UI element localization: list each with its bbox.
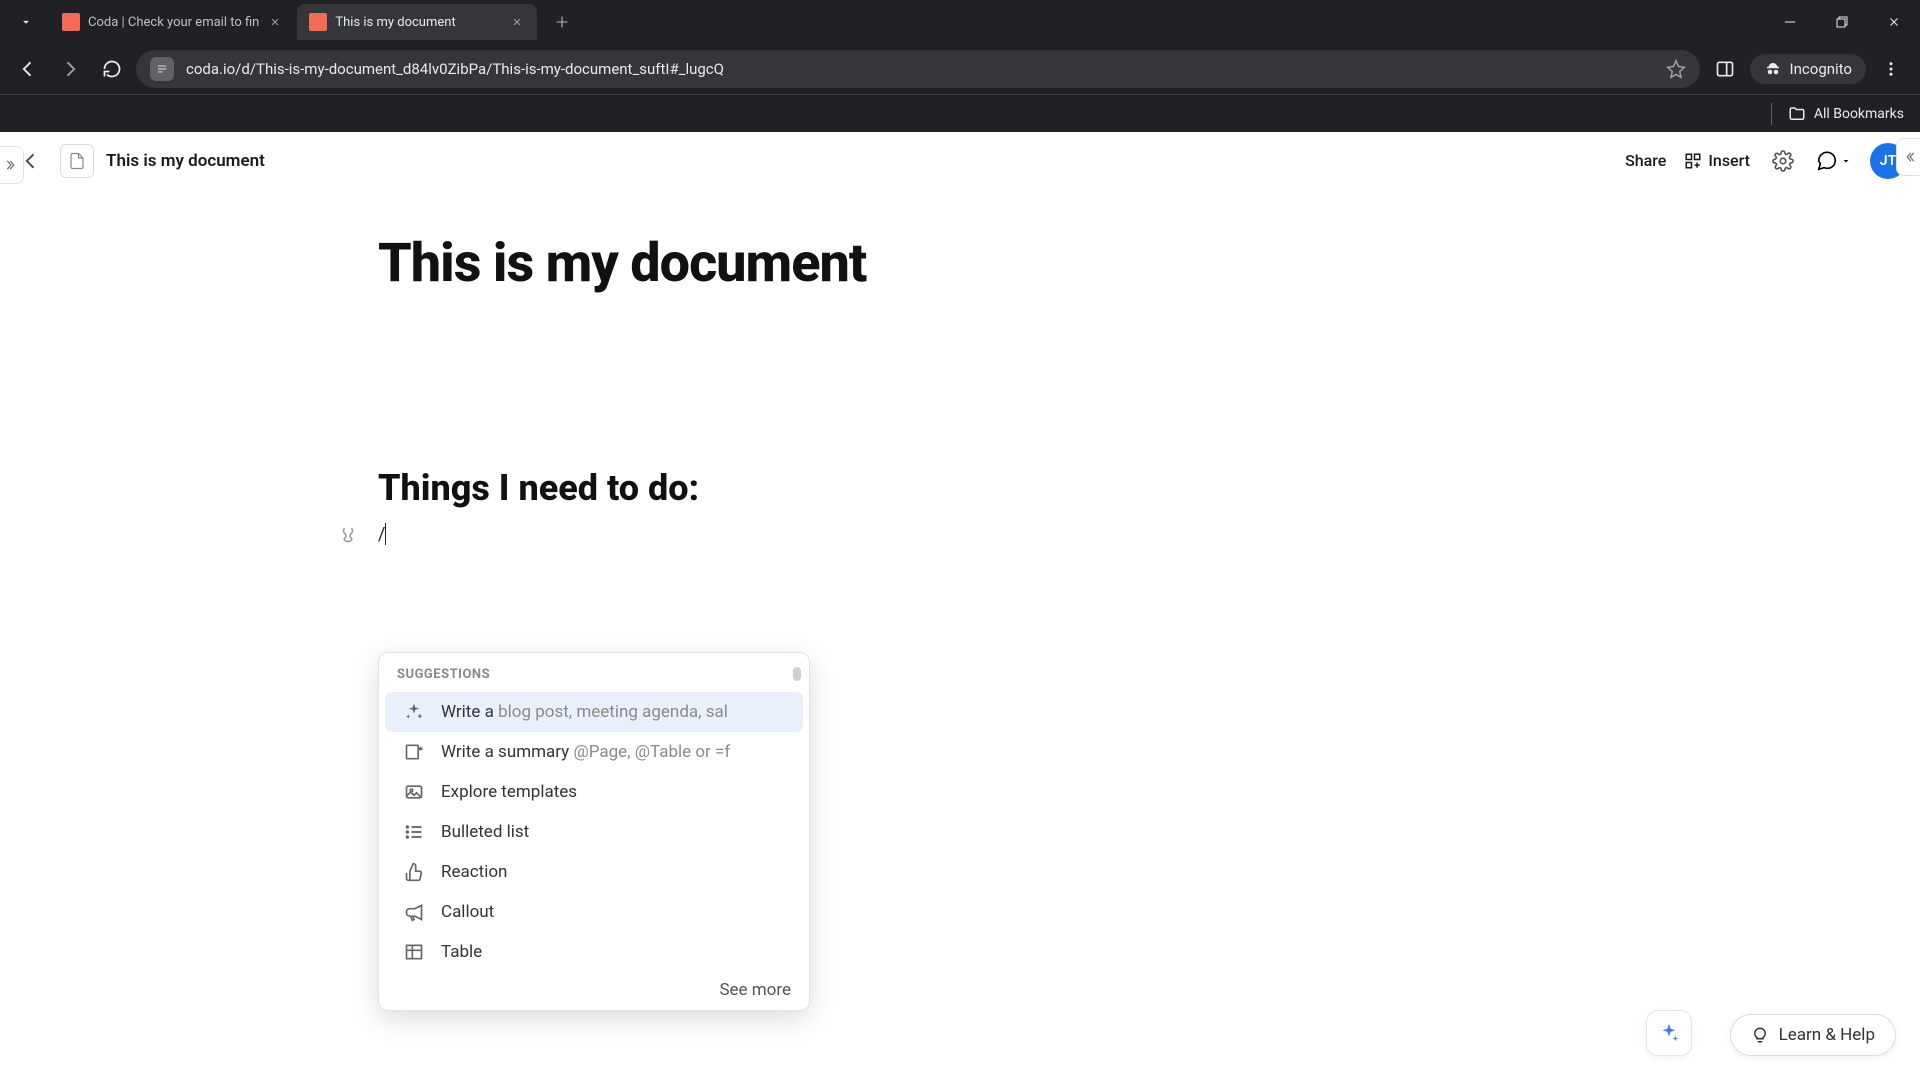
all-bookmarks-button[interactable]: All Bookmarks bbox=[1788, 105, 1904, 123]
app-area: This is my document Share Insert JT This… bbox=[0, 132, 1920, 1080]
lightbulb-icon bbox=[1751, 1026, 1769, 1044]
section-heading[interactable]: Things I need to do: bbox=[378, 467, 1920, 509]
incognito-icon bbox=[1764, 60, 1782, 78]
tab-title: Coda | Check your email to fin bbox=[88, 15, 259, 30]
suggestion-bulleted-list[interactable]: Bulleted list bbox=[385, 812, 803, 852]
list-icon bbox=[403, 821, 425, 843]
suggestion-templates[interactable]: Explore templates bbox=[385, 772, 803, 812]
slash-command-line[interactable]: / bbox=[378, 523, 1920, 545]
chevron-down-icon bbox=[1840, 155, 1852, 167]
forward-button[interactable] bbox=[52, 51, 88, 87]
tab-search-dropdown[interactable] bbox=[8, 4, 44, 40]
browser-tab-1[interactable]: Coda | Check your email to fin bbox=[50, 4, 295, 40]
page-title[interactable]: This is my document bbox=[378, 232, 1920, 295]
expand-sidebar-right[interactable] bbox=[1896, 138, 1920, 176]
image-icon bbox=[403, 781, 425, 803]
close-window-button[interactable] bbox=[1868, 0, 1920, 44]
sparkle-icon bbox=[403, 701, 425, 723]
suggestion-table[interactable]: Table bbox=[385, 932, 803, 972]
document-body[interactable]: This is my document Things I need to do:… bbox=[0, 190, 1920, 545]
site-info-icon[interactable] bbox=[150, 57, 174, 81]
side-panel-icon[interactable] bbox=[1706, 50, 1744, 88]
comments-button[interactable] bbox=[1816, 150, 1852, 172]
browser-menu-icon[interactable] bbox=[1872, 50, 1910, 88]
close-icon[interactable] bbox=[267, 14, 283, 30]
see-more-button[interactable]: See more bbox=[379, 972, 809, 1004]
url-bar[interactable]: coda.io/d/This-is-my-document_d84lv0ZibP… bbox=[136, 50, 1700, 88]
suggestion-label: Write a bbox=[441, 702, 498, 722]
suggestion-reaction[interactable]: Reaction bbox=[385, 852, 803, 892]
app-header: This is my document Share Insert JT bbox=[0, 132, 1920, 190]
table-icon bbox=[403, 941, 425, 963]
insert-label: Insert bbox=[1708, 151, 1750, 170]
minimize-button[interactable] bbox=[1764, 0, 1816, 44]
suggestion-hint: @Page, @Table or =f bbox=[573, 742, 730, 762]
suggestion-label: Explore templates bbox=[441, 782, 577, 802]
popup-scrollbar[interactable] bbox=[793, 667, 801, 681]
ai-assist-button[interactable] bbox=[1646, 1010, 1692, 1056]
drag-handle-icon[interactable] bbox=[338, 525, 358, 545]
suggestions-header: SUGGESTIONS bbox=[379, 667, 809, 692]
suggestion-hint: blog post, meeting agenda, sal bbox=[498, 702, 728, 722]
divider bbox=[1771, 103, 1772, 125]
suggestion-label: Bulleted list bbox=[441, 822, 529, 842]
window-controls bbox=[1764, 0, 1920, 44]
gear-icon bbox=[1772, 150, 1794, 172]
url-text: coda.io/d/This-is-my-document_d84lv0ZibP… bbox=[186, 60, 1654, 78]
suggestion-callout[interactable]: Callout bbox=[385, 892, 803, 932]
comment-icon bbox=[1816, 150, 1838, 172]
close-icon[interactable] bbox=[509, 14, 525, 30]
header-doc-title[interactable]: This is my document bbox=[106, 151, 265, 171]
learn-help-button[interactable]: Learn & Help bbox=[1730, 1014, 1896, 1056]
expand-sidebar-left[interactable] bbox=[0, 146, 24, 184]
document-icon[interactable] bbox=[60, 144, 94, 178]
new-tab-button[interactable] bbox=[547, 7, 577, 37]
all-bookmarks-label: All Bookmarks bbox=[1814, 106, 1904, 122]
tab-title: This is my document bbox=[335, 15, 501, 30]
text-caret bbox=[385, 523, 386, 545]
suggestion-write[interactable]: Write a blog post, meeting agenda, sal bbox=[385, 692, 803, 732]
grid-plus-icon bbox=[1684, 152, 1702, 170]
suggestions-popup: SUGGESTIONS Write a blog post, meeting a… bbox=[378, 652, 810, 1011]
summary-icon bbox=[403, 741, 425, 763]
incognito-label: Incognito bbox=[1790, 60, 1852, 78]
back-button[interactable] bbox=[10, 51, 46, 87]
suggestion-label: Write a summary bbox=[441, 742, 573, 762]
insert-button[interactable]: Insert bbox=[1684, 151, 1750, 170]
address-bar: coda.io/d/This-is-my-document_d84lv0ZibP… bbox=[0, 44, 1920, 94]
learn-help-label: Learn & Help bbox=[1779, 1025, 1875, 1045]
settings-button[interactable] bbox=[1768, 146, 1798, 176]
suggestion-label: Callout bbox=[441, 902, 494, 922]
maximize-button[interactable] bbox=[1816, 0, 1868, 44]
thumbs-up-icon bbox=[403, 861, 425, 883]
folder-icon bbox=[1788, 105, 1806, 123]
share-button[interactable]: Share bbox=[1625, 151, 1666, 170]
tab-bar: Coda | Check your email to fin This is m… bbox=[0, 0, 1920, 44]
megaphone-icon bbox=[403, 901, 425, 923]
suggestion-label: Table bbox=[441, 942, 482, 962]
incognito-indicator[interactable]: Incognito bbox=[1750, 54, 1866, 84]
suggestion-summary[interactable]: Write a summary @Page, @Table or =f bbox=[385, 732, 803, 772]
bookmark-star-icon[interactable] bbox=[1666, 59, 1686, 79]
suggestion-label: Reaction bbox=[441, 862, 507, 882]
browser-tab-2[interactable]: This is my document bbox=[297, 4, 537, 40]
slash-text: / bbox=[378, 524, 385, 545]
coda-favicon bbox=[62, 13, 80, 31]
sparkle-icon bbox=[1658, 1022, 1680, 1044]
coda-favicon bbox=[309, 13, 327, 31]
reload-button[interactable] bbox=[94, 51, 130, 87]
bookmarks-bar: All Bookmarks bbox=[0, 94, 1920, 132]
